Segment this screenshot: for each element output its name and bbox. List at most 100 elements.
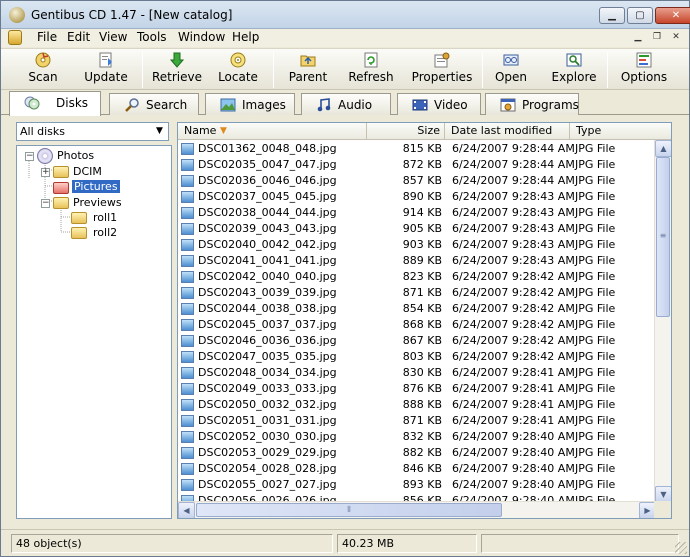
mdi-minimize-button[interactable]: ▁ — [630, 31, 646, 45]
locate-button[interactable]: Locate — [215, 49, 261, 91]
expand-icon[interactable]: + — [41, 168, 50, 177]
tree-node-dcim[interactable]: + DCIM — [21, 164, 161, 180]
explore-button[interactable]: Explore — [551, 49, 597, 91]
title-bar[interactable]: Gentibus CD 1.47 - [New catalog] ▁ ▢ ✕ — [1, 1, 690, 29]
column-header-date[interactable]: Date last modified — [445, 123, 570, 140]
tree-node-photos[interactable]: − Photos — [21, 148, 161, 164]
menu-help[interactable]: Help — [232, 30, 259, 44]
column-header-name[interactable]: Name ▼ — [178, 123, 367, 140]
menu-file[interactable]: File — [37, 30, 57, 44]
collapse-icon[interactable]: − — [41, 199, 50, 208]
file-row[interactable]: DSC02041_0041_041.jpg 889 KB 6/24/2007 9:2… — [178, 253, 656, 269]
file-date: 6/24/2007 9:28:40 AM — [452, 462, 575, 475]
jpg-file-icon — [181, 447, 194, 459]
chevron-down-icon[interactable]: ▼ — [152, 124, 167, 139]
mdi-close-button[interactable]: ✕ — [668, 31, 684, 45]
tree-node-pictures[interactable]: Pictures — [21, 180, 161, 196]
menu-edit[interactable]: Edit — [67, 30, 90, 44]
jpg-file-icon — [181, 143, 194, 155]
file-row[interactable]: DSC02053_0029_029.jpg 882 KB 6/24/2007 9:2… — [178, 445, 656, 461]
main-window: Gentibus CD 1.47 - [New catalog] ▁ ▢ ✕ F… — [0, 0, 690, 557]
file-row[interactable]: DSC02036_0046_046.jpg 857 KB 6/24/2007 9:2… — [178, 173, 656, 189]
file-row[interactable]: DSC02044_0038_038.jpg 854 KB 6/24/2007 9:2… — [178, 301, 656, 317]
scroll-left-button[interactable]: ◀ — [178, 502, 195, 518]
menu-tools[interactable]: Tools — [137, 30, 167, 44]
column-header-type[interactable]: Type — [570, 123, 671, 140]
scan-icon — [35, 52, 51, 68]
jpg-file-icon — [181, 399, 194, 411]
file-date: 6/24/2007 9:28:43 AM — [452, 238, 575, 251]
open-button[interactable]: Open — [491, 49, 531, 91]
tab-audio[interactable]: Audio — [301, 93, 391, 115]
file-row[interactable]: DSC02055_0027_027.jpg 893 KB 6/24/2007 9:2… — [178, 477, 656, 493]
retrieve-button[interactable]: Retrieve — [151, 49, 203, 91]
parent-button[interactable]: Parent — [285, 49, 331, 91]
minimize-button[interactable]: ▁ — [599, 7, 625, 24]
file-type: JPG File — [575, 174, 616, 187]
horizontal-scroll-thumb[interactable]: ⦀ — [196, 503, 502, 517]
toolbar-separator — [273, 52, 274, 88]
tab-video[interactable]: Video — [397, 93, 481, 115]
file-row[interactable]: DSC02037_0045_045.jpg 890 KB 6/24/2007 9:2… — [178, 189, 656, 205]
tab-programs[interactable]: Programs — [485, 93, 579, 115]
disk-filter-select[interactable]: All disks ▼ — [16, 122, 169, 141]
file-row[interactable]: DSC02043_0039_039.jpg 871 KB 6/24/2007 9:2… — [178, 285, 656, 301]
refresh-button[interactable]: Refresh — [347, 49, 395, 91]
total-size: 40.23 MB — [337, 534, 477, 553]
window-title: Gentibus CD 1.47 - [New catalog] — [31, 8, 233, 22]
tab-search[interactable]: Search — [109, 93, 199, 115]
properties-button[interactable]: Properties — [411, 49, 473, 91]
file-row[interactable]: DSC02039_0043_043.jpg 905 KB 6/24/2007 9:2… — [178, 221, 656, 237]
file-type: JPG File — [575, 334, 616, 347]
file-size: 882 KB — [402, 446, 442, 459]
file-row[interactable]: DSC02045_0037_037.jpg 868 KB 6/24/2007 9:2… — [178, 317, 656, 333]
column-header-size[interactable]: Size — [367, 123, 445, 140]
mdi-restore-button[interactable]: ❐ — [649, 31, 665, 45]
options-button[interactable]: Options — [619, 49, 669, 91]
file-date: 6/24/2007 9:28:43 AM — [452, 222, 575, 235]
file-type: JPG File — [575, 238, 616, 251]
sort-arrow-icon: ▼ — [220, 126, 227, 136]
file-row[interactable]: DSC02042_0040_040.jpg 823 KB 6/24/2007 9:2… — [178, 269, 656, 285]
menu-view[interactable]: View — [99, 30, 127, 44]
close-button[interactable]: ✕ — [655, 7, 690, 24]
options-label: Options — [620, 70, 668, 84]
file-row[interactable]: DSC02051_0031_031.jpg 871 KB 6/24/2007 9:2… — [178, 413, 656, 429]
file-date: 6/24/2007 9:28:40 AM — [452, 446, 575, 459]
file-row[interactable]: DSC02035_0047_047.jpg 872 KB 6/24/2007 9:2… — [178, 157, 656, 173]
catalog-icon[interactable] — [8, 30, 22, 45]
tree-node-previews[interactable]: − Previews — [21, 195, 161, 211]
collapse-icon[interactable]: − — [25, 152, 34, 161]
app-disc-icon — [9, 7, 25, 23]
file-name: DSC02050_0032_032.jpg — [198, 398, 337, 411]
file-row[interactable]: DSC02048_0034_034.jpg 830 KB 6/24/2007 9:2… — [178, 365, 656, 381]
horizontal-scrollbar[interactable]: ◀ ⦀ ▶ — [178, 501, 656, 518]
file-row[interactable]: DSC02052_0030_030.jpg 832 KB 6/24/2007 9:2… — [178, 429, 656, 445]
file-row[interactable]: DSC02050_0032_032.jpg 888 KB 6/24/2007 9:2… — [178, 397, 656, 413]
menu-window[interactable]: Window — [178, 30, 225, 44]
file-row[interactable]: DSC02038_0044_044.jpg 914 KB 6/24/2007 9:2… — [178, 205, 656, 221]
scroll-up-button[interactable]: ▲ — [655, 140, 671, 157]
tab-disks[interactable]: Disks — [9, 91, 101, 116]
vertical-scrollbar[interactable]: ▲ ≡ ▼ — [654, 140, 671, 503]
update-button[interactable]: Update — [81, 49, 131, 91]
file-row[interactable]: DSC02054_0028_028.jpg 846 KB 6/24/2007 9:2… — [178, 461, 656, 477]
maximize-button[interactable]: ▢ — [627, 7, 653, 24]
disc-icon — [37, 148, 53, 164]
file-size: 815 KB — [402, 142, 442, 155]
jpg-file-icon — [181, 191, 194, 203]
tree-node-roll1[interactable]: roll1 — [21, 210, 161, 226]
retrieve-label: Retrieve — [151, 70, 203, 84]
resize-grip[interactable] — [675, 542, 687, 554]
tree-node-roll2[interactable]: roll2 — [21, 225, 161, 241]
scan-button[interactable]: Scan — [19, 49, 67, 91]
properties-label: Properties — [411, 70, 473, 84]
file-row[interactable]: DSC02040_0042_042.jpg 903 KB 6/24/2007 9:2… — [178, 237, 656, 253]
file-row[interactable]: DSC02049_0033_033.jpg 876 KB 6/24/2007 9:2… — [178, 381, 656, 397]
tab-images[interactable]: Images — [205, 93, 295, 115]
vertical-scroll-thumb[interactable]: ≡ — [656, 157, 670, 317]
file-row[interactable]: DSC02047_0035_035.jpg 803 KB 6/24/2007 9:2… — [178, 349, 656, 365]
file-row[interactable]: DSC01362_0048_048.jpg 815 KB 6/24/2007 9:2… — [178, 141, 656, 157]
file-row[interactable]: DSC02046_0036_036.jpg 867 KB 6/24/2007 9:2… — [178, 333, 656, 349]
file-type: JPG File — [575, 462, 616, 475]
